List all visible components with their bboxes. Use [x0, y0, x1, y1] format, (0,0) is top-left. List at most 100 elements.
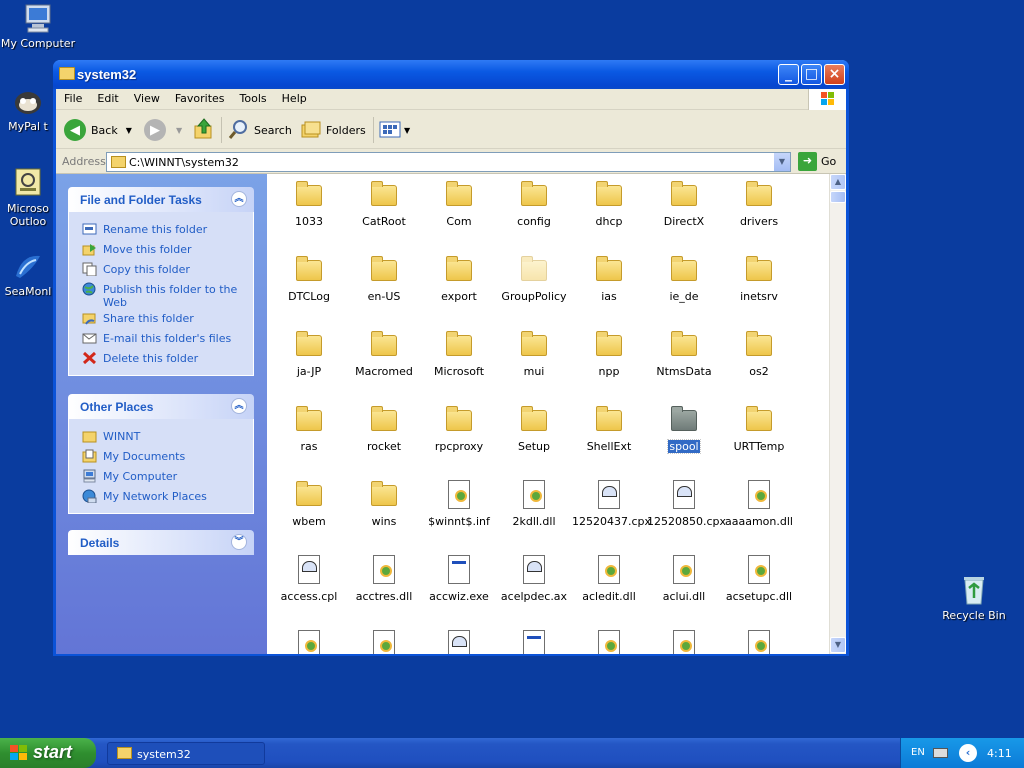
title-bar[interactable]: system32 _ □ × [53, 60, 849, 89]
file-item[interactable]: wins [346, 480, 422, 528]
file-item[interactable]: ias [571, 255, 647, 303]
file-item[interactable]: acledit.dll [571, 555, 647, 603]
panel-header[interactable]: Details ︾ [68, 530, 254, 555]
file-item[interactable]: Setup [496, 405, 572, 453]
scroll-down-button[interactable]: ▼ [830, 637, 846, 653]
go-button[interactable]: ➜ Go [798, 152, 836, 171]
file-item[interactable]: 1033 [271, 180, 347, 228]
file-item[interactable]: access.cpl [271, 555, 347, 603]
file-item[interactable]: wbem [271, 480, 347, 528]
file-item[interactable]: ras [271, 405, 347, 453]
task-move-folder[interactable]: Move this folder [69, 240, 253, 260]
file-item[interactable]: Com [421, 180, 497, 228]
forward-button[interactable]: ▶ ▼ [144, 117, 182, 143]
task-email-files[interactable]: E-mail this folder's files [69, 329, 253, 349]
menu-tools[interactable]: Tools [232, 89, 274, 105]
menu-edit[interactable]: Edit [89, 89, 125, 105]
folders-button[interactable]: Folders [300, 117, 366, 143]
menu-help[interactable]: Help [274, 89, 314, 105]
file-item[interactable]: ja-JP [271, 330, 347, 378]
place-my-computer[interactable]: My Computer [69, 467, 253, 487]
up-folder-button[interactable] [192, 117, 216, 143]
minimize-button[interactable]: _ [778, 64, 799, 85]
address-input[interactable]: C:\WINNT\system32 ▼ [106, 152, 791, 172]
file-item[interactable] [421, 630, 497, 654]
file-item[interactable]: 12520850.cpx [646, 480, 726, 528]
desktop-icon-outlook[interactable]: Microso Outloo [0, 167, 56, 228]
desktop-icon-recycle-bin[interactable]: Recycle Bin [936, 574, 1012, 622]
file-item[interactable]: rpcproxy [421, 405, 497, 453]
menu-favorites[interactable]: Favorites [167, 89, 232, 105]
panel-header[interactable]: Other Places ︽ [68, 394, 254, 419]
language-indicator[interactable]: EN [911, 747, 925, 758]
menu-file[interactable]: File [56, 89, 89, 105]
file-item[interactable]: CatRoot [346, 180, 422, 228]
file-item[interactable] [346, 630, 422, 654]
file-item[interactable]: Microsoft [421, 330, 497, 378]
back-dropdown-icon[interactable]: ▼ [126, 126, 132, 135]
file-item[interactable]: accwiz.exe [421, 555, 497, 603]
file-item[interactable]: ShellExt [571, 405, 647, 453]
file-item[interactable]: spool [646, 405, 722, 454]
address-dropdown-icon[interactable]: ▼ [773, 153, 790, 171]
clock[interactable]: 4:11 [987, 747, 1012, 760]
chevron-up-icon[interactable]: ︽ [231, 191, 247, 207]
file-item[interactable]: aaaamon.dll [721, 480, 797, 528]
start-button[interactable]: start [0, 738, 96, 768]
file-item[interactable]: acctres.dll [346, 555, 422, 603]
file-item[interactable]: en-US [346, 255, 422, 303]
file-item[interactable]: GroupPolicy [496, 255, 572, 303]
menu-view[interactable]: View [126, 89, 167, 105]
file-item[interactable]: DTCLog [271, 255, 347, 303]
file-item[interactable]: drivers [721, 180, 797, 228]
scroll-up-button[interactable]: ▲ [830, 174, 846, 190]
desktop-icon-mypal[interactable]: MyPal t [0, 85, 56, 133]
file-item[interactable]: npp [571, 330, 647, 378]
task-rename-folder[interactable]: Rename this folder [69, 220, 253, 240]
file-item[interactable]: export [421, 255, 497, 303]
file-item[interactable] [646, 630, 722, 654]
keyboard-icon[interactable] [933, 748, 948, 758]
task-publish-folder[interactable]: Publish this folder to the Web [69, 280, 253, 309]
file-item[interactable]: os2 [721, 330, 797, 378]
panel-header[interactable]: File and Folder Tasks ︽ [68, 187, 254, 212]
file-item[interactable]: 12520437.cpx [571, 480, 651, 528]
file-item[interactable]: DirectX [646, 180, 722, 228]
file-item[interactable]: config [496, 180, 572, 228]
task-copy-folder[interactable]: Copy this folder [69, 260, 253, 280]
chevron-up-icon[interactable]: ︽ [231, 398, 247, 414]
taskbar-item-system32[interactable]: system32 [107, 742, 265, 765]
file-item[interactable]: rocket [346, 405, 422, 453]
file-item[interactable] [721, 630, 797, 654]
place-winnt[interactable]: WINNT [69, 427, 253, 447]
file-item[interactable]: $winnt$.inf [421, 480, 497, 528]
place-my-network-places[interactable]: My Network Places [69, 487, 253, 507]
maximize-button[interactable]: □ [801, 64, 822, 85]
file-item[interactable]: 2kdll.dll [496, 480, 572, 528]
back-button[interactable]: ◀ Back ▼ [64, 117, 132, 143]
task-delete-folder[interactable]: Delete this folder [69, 349, 253, 369]
desktop-icon-my-computer[interactable]: My Computer [0, 2, 76, 50]
file-item[interactable]: mui [496, 330, 572, 378]
place-my-documents[interactable]: My Documents [69, 447, 253, 467]
file-item[interactable] [271, 630, 347, 654]
file-item[interactable]: Macromed [346, 330, 422, 378]
file-item[interactable]: acsetupc.dll [721, 555, 797, 603]
file-item[interactable] [571, 630, 647, 654]
file-item[interactable]: acelpdec.ax [496, 555, 572, 603]
forward-dropdown-icon[interactable]: ▼ [176, 126, 182, 135]
file-item[interactable]: NtmsData [646, 330, 722, 378]
chevron-down-icon[interactable]: ︾ [231, 534, 247, 550]
file-item[interactable]: ie_de [646, 255, 722, 303]
search-button[interactable]: Search [228, 117, 292, 143]
file-item[interactable]: dhcp [571, 180, 647, 228]
tray-expand-icon[interactable]: ‹ [959, 744, 977, 762]
close-button[interactable]: × [824, 64, 845, 85]
scroll-thumb[interactable] [830, 191, 846, 203]
task-share-folder[interactable]: Share this folder [69, 309, 253, 329]
views-button[interactable]: ▼ [379, 117, 410, 143]
file-item[interactable] [496, 630, 572, 654]
file-item[interactable]: inetsrv [721, 255, 797, 303]
vertical-scrollbar[interactable]: ▲ ▼ [829, 174, 846, 654]
file-item[interactable]: aclui.dll [646, 555, 722, 603]
